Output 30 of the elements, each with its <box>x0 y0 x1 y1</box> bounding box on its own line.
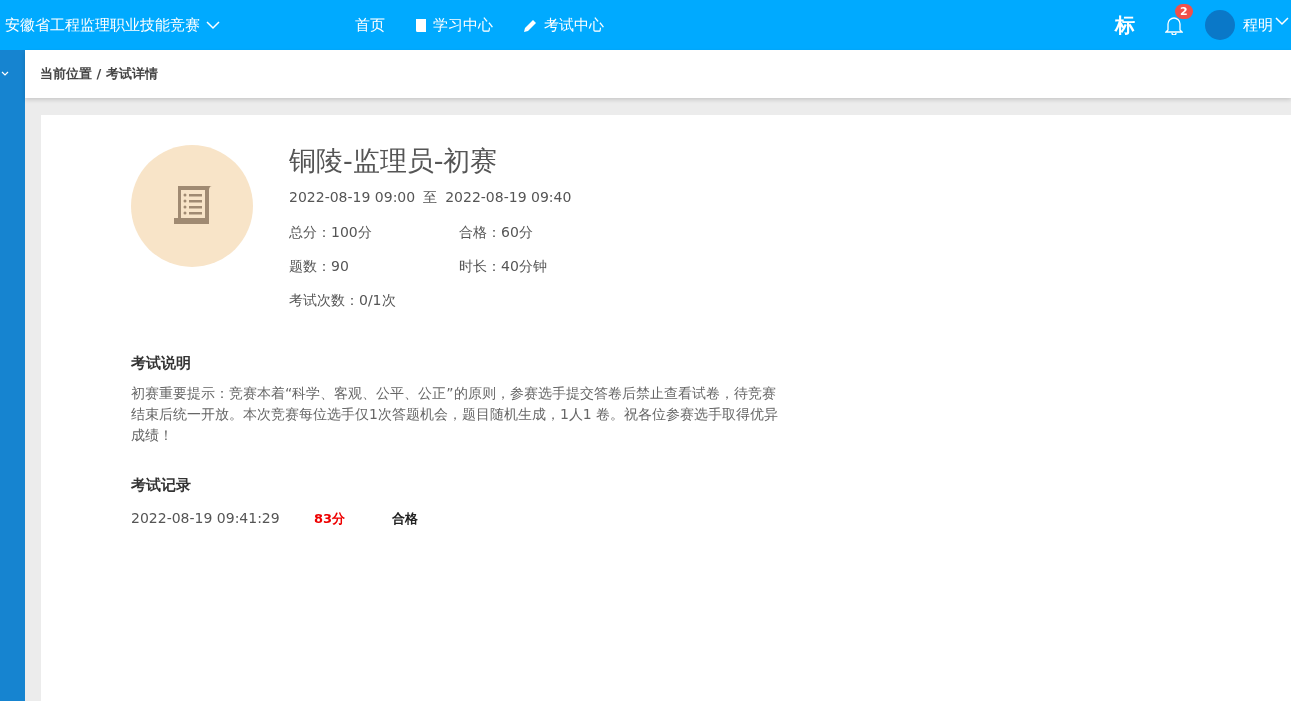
chevron-down-icon <box>1275 16 1289 26</box>
exam-fact: 总分：100分 <box>289 223 373 243</box>
nav-link[interactable]: 学习中心 <box>415 13 493 37</box>
brand-menu[interactable]: 安徽省工程监理职业技能竞赛 <box>5 13 220 37</box>
pencil-icon <box>523 17 538 33</box>
record-time: 2022-08-19 09:41:29 <box>131 509 281 529</box>
section-heading: 考试说明 <box>131 353 192 375</box>
exam-description: 初赛重要提示：竞赛本着“科学、客观、公平、公正”的原则，参赛选手提交答卷后禁止查看试卷，待竞赛结束后统一开放。本次竞赛每位选手仅1次答题机会，题目随机生成，1人1 卷。祝各位参赛选手取得优异成绩！ <box>131 383 780 445</box>
book-icon <box>415 17 427 33</box>
nav-link[interactable]: 首页 <box>355 13 385 37</box>
bell-icon <box>1165 15 1183 36</box>
chevron-down-icon[interactable] <box>0 70 10 78</box>
exam-fact: 题数：90 <box>289 257 350 277</box>
record-score: 83分 <box>314 510 347 529</box>
breadcrumb: 当前位置 / 考试详情 <box>40 65 158 84</box>
notification-badge: 2 <box>1175 3 1193 19</box>
date-separator: 至 <box>423 188 438 208</box>
nav-link[interactable]: 考试中心 <box>523 13 604 37</box>
start-time: 2022-08-19 09:00 <box>289 188 416 208</box>
exam-title: 铜陵-监理员-初赛 <box>289 145 499 178</box>
section-heading: 考试记录 <box>131 474 192 496</box>
record-result: 合格 <box>392 510 418 529</box>
exam-fact: 考试次数：0/1次 <box>289 291 397 311</box>
user-menu[interactable]: 程明 <box>1205 10 1289 40</box>
end-time: 2022-08-19 09:40 <box>445 188 572 208</box>
exam-fact: 合格：60分 <box>459 223 534 243</box>
user-avatar <box>1205 10 1235 40</box>
exam-fact: 时长：40分钟 <box>459 257 548 277</box>
header-mark: 标 <box>1115 12 1135 39</box>
chevron-down-icon <box>206 20 220 30</box>
